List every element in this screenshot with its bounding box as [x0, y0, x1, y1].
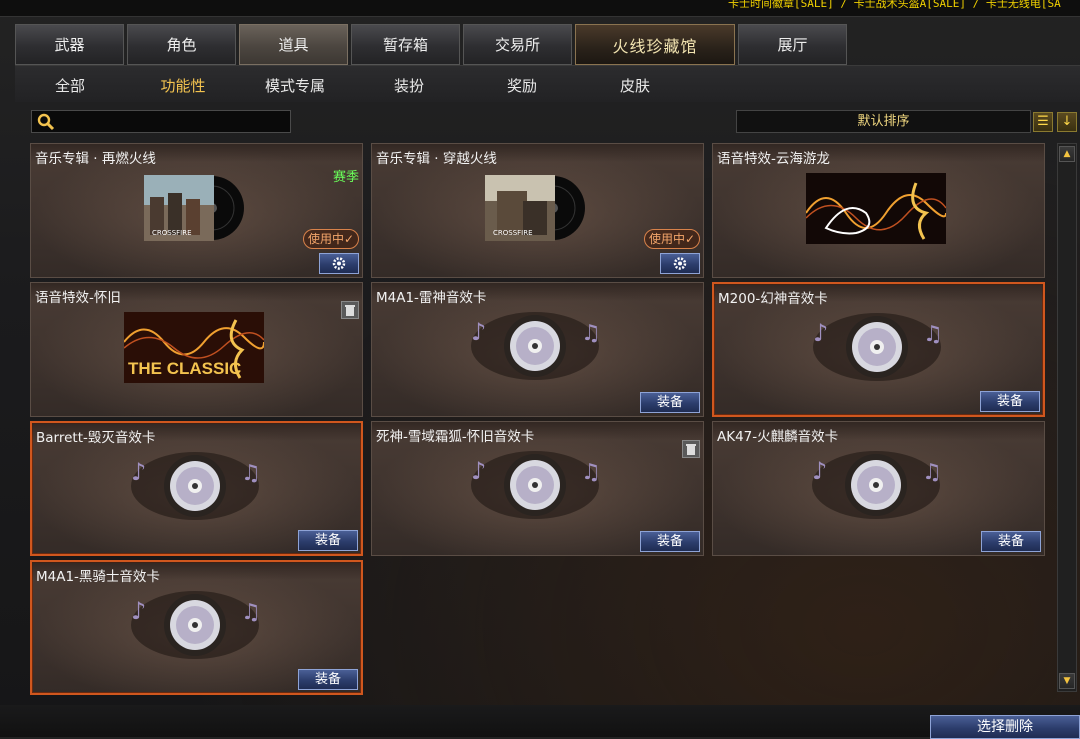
- svg-text:♫: ♫: [581, 321, 601, 346]
- item-card[interactable]: AK47-火麒麟音效卡 ♪ ♫ 装备: [712, 421, 1045, 556]
- svg-text:♪: ♪: [471, 457, 486, 485]
- album-disc-art: CROSSFIRE: [485, 175, 585, 241]
- item-title: Barrett-毁灭音效卡: [36, 430, 156, 446]
- gear-icon: [332, 257, 346, 270]
- item-title: AK47-火麒麟音效卡: [717, 429, 839, 445]
- svg-text:♪: ♪: [131, 458, 146, 486]
- season-badge: 赛季: [332, 170, 359, 185]
- svg-text:♫: ♫: [241, 461, 261, 486]
- equip-button[interactable]: 装备: [298, 669, 358, 690]
- in-use-badge: 使用中✓: [303, 229, 359, 249]
- item-card[interactable]: 语音特效-怀旧 THE CLASSIC: [30, 282, 363, 417]
- trash-icon[interactable]: [682, 440, 700, 458]
- sound-card-disc-icon: ♪ ♫: [813, 313, 943, 381]
- crossfire-logo: CROSSFIRE: [493, 229, 533, 237]
- svg-text:♪: ♪: [813, 319, 828, 347]
- bottom-bar: [0, 705, 1080, 737]
- subtab-rewards[interactable]: 奖励: [492, 75, 552, 96]
- subtab-skins[interactable]: 皮肤: [605, 75, 665, 96]
- sound-card-disc-icon: ♪ ♫: [812, 451, 942, 519]
- list-view-icon[interactable]: ☰: [1033, 112, 1053, 132]
- item-card[interactable]: Barrett-毁灭音效卡 ♪ ♫ 装备: [30, 421, 363, 556]
- tab-collection[interactable]: 火线珍藏馆: [575, 24, 735, 65]
- sort-dropdown[interactable]: 默认排序: [736, 110, 1031, 133]
- item-card[interactable]: 语音特效-云海游龙: [712, 143, 1045, 278]
- item-card[interactable]: M4A1-黑骑士音效卡 ♪ ♫ 装备: [30, 560, 363, 695]
- top-ticker-bar: 卡士时间徽章[SALE] / 卡士战术头盔A[SALE] / 卡士无线电[SA: [0, 0, 1080, 17]
- settings-button[interactable]: [319, 253, 359, 274]
- search-input[interactable]: [31, 110, 291, 133]
- item-card[interactable]: 音乐专辑 · 穿越火线 CROSSFIRE 使用中✓: [371, 143, 704, 278]
- item-card[interactable]: M4A1-雷神音效卡 ♪ ♫ 装备: [371, 282, 704, 417]
- ticker-text: 卡士时间徽章[SALE] / 卡士战术头盔A[SALE] / 卡士无线电[SA: [728, 0, 1061, 10]
- svg-text:♫: ♫: [241, 600, 261, 625]
- item-title: 音乐专辑 · 再燃火线: [35, 151, 156, 167]
- item-title: M4A1-黑骑士音效卡: [36, 569, 160, 585]
- item-title: 语音特效-怀旧: [35, 290, 121, 306]
- subtab-mode-exclusive[interactable]: 模式专属: [265, 75, 325, 96]
- subtab-cosmetic[interactable]: 装扮: [379, 75, 439, 96]
- equip-button[interactable]: 装备: [980, 391, 1040, 412]
- gear-icon: [673, 257, 687, 270]
- svg-text:♪: ♪: [471, 318, 486, 346]
- scroll-down-icon[interactable]: ▼: [1059, 673, 1075, 689]
- item-title: 音乐专辑 · 穿越火线: [376, 151, 497, 167]
- item-card[interactable]: 音乐专辑 · 再燃火线 赛季 CROSSFIRE 使用中✓: [30, 143, 363, 278]
- classic-voice-art: THE CLASSIC: [124, 312, 264, 383]
- album-disc-art: CROSSFIRE: [144, 175, 244, 241]
- classic-art-text: THE CLASSIC: [128, 359, 241, 378]
- subtab-functional[interactable]: 功能性: [153, 75, 213, 96]
- sound-card-disc-icon: ♪ ♫: [471, 312, 601, 380]
- settings-button[interactable]: [660, 253, 700, 274]
- item-title: M4A1-雷神音效卡: [376, 290, 487, 306]
- svg-text:♪: ♪: [131, 597, 146, 625]
- svg-text:♪: ♪: [812, 457, 827, 485]
- item-title: 死神-雪域霜狐-怀旧音效卡: [376, 429, 535, 445]
- sound-card-disc-icon: ♪ ♫: [131, 452, 261, 520]
- tab-exchange[interactable]: 交易所: [463, 24, 572, 65]
- in-use-badge: 使用中✓: [644, 229, 700, 249]
- tab-weapons[interactable]: 武器: [15, 24, 124, 65]
- svg-text:♫: ♫: [923, 322, 943, 347]
- search-icon: [37, 113, 55, 131]
- equip-button[interactable]: 装备: [640, 531, 700, 552]
- scrollbar[interactable]: ▲ ▼: [1057, 143, 1077, 692]
- select-delete-button[interactable]: 选择删除: [930, 715, 1080, 739]
- item-card[interactable]: M200-幻神音效卡 ♪ ♫ 装备: [712, 282, 1045, 417]
- svg-text:♫: ♫: [922, 460, 942, 485]
- tab-characters[interactable]: 角色: [127, 24, 236, 65]
- svg-text:♫: ♫: [581, 460, 601, 485]
- equip-button[interactable]: 装备: [640, 392, 700, 413]
- dragon-voice-art: [806, 173, 946, 244]
- sub-category-bar: 全部 功能性 模式专属 装扮 奖励 皮肤: [15, 65, 1080, 102]
- item-card[interactable]: 死神-雪域霜狐-怀旧音效卡 ♪ ♫ 装备: [371, 421, 704, 556]
- item-title: M200-幻神音效卡: [718, 291, 828, 307]
- tab-showroom[interactable]: 展厅: [738, 24, 847, 65]
- scroll-up-icon[interactable]: ▲: [1059, 146, 1075, 162]
- equip-button[interactable]: 装备: [981, 531, 1041, 552]
- item-title: 语音特效-云海游龙: [717, 151, 830, 167]
- sound-card-disc-icon: ♪ ♫: [131, 591, 261, 659]
- tab-items[interactable]: 道具: [239, 24, 348, 65]
- trash-icon[interactable]: [341, 301, 359, 319]
- sound-card-disc-icon: ♪ ♫: [471, 451, 601, 519]
- subtab-all[interactable]: 全部: [40, 75, 100, 96]
- main-tabs: 武器 角色 道具 暂存箱 交易所 火线珍藏馆 展厅: [15, 24, 850, 65]
- sort-direction-icon[interactable]: ↓: [1057, 112, 1077, 132]
- tab-storage[interactable]: 暂存箱: [351, 24, 460, 65]
- crossfire-logo: CROSSFIRE: [152, 229, 192, 237]
- equip-button[interactable]: 装备: [298, 530, 358, 551]
